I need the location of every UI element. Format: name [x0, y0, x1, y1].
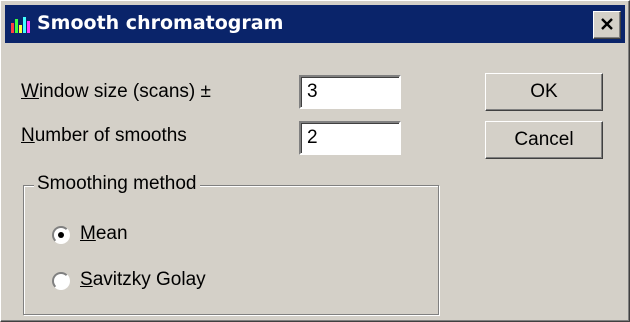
- app-icon: [11, 17, 31, 33]
- number-of-smooths-label-text: umber of smooths: [34, 125, 187, 146]
- title-bar[interactable]: Smooth chromatogram: [5, 5, 625, 43]
- smoothing-method-legend: Smoothing method: [34, 173, 200, 195]
- ok-button[interactable]: OK: [485, 73, 603, 111]
- number-of-smooths-label: Number of smooths: [21, 125, 187, 147]
- window-size-input[interactable]: 3: [299, 75, 401, 109]
- dialog-title: Smooth chromatogram: [37, 12, 284, 34]
- close-button[interactable]: [593, 11, 621, 39]
- radio-selected-dot: [58, 232, 64, 238]
- savitzky-golay-label-text: avitzky Golay: [92, 269, 206, 290]
- window-size-label-text: indow size (scans) ±: [38, 81, 211, 102]
- mean-label-text: ean: [95, 223, 128, 244]
- mean-radio-label[interactable]: Mean: [80, 223, 128, 245]
- savitzky-golay-radio[interactable]: [52, 272, 70, 290]
- window-size-label: Window size (scans) ±: [21, 81, 211, 103]
- mean-accelerator: M: [80, 223, 96, 244]
- mean-radio[interactable]: [52, 226, 70, 244]
- number-of-smooths-input[interactable]: 2: [299, 121, 401, 155]
- smooth-chromatogram-dialog: Smooth chromatogram Window size (scans) …: [0, 0, 630, 322]
- close-icon: [600, 16, 614, 35]
- savitzky-golay-accelerator: S: [80, 269, 93, 290]
- savitzky-golay-radio-label[interactable]: Savitzky Golay: [80, 269, 206, 291]
- cancel-button[interactable]: Cancel: [485, 121, 603, 159]
- smoothing-method-group: Smoothing method Mean Savitzky Golay: [23, 173, 439, 315]
- number-of-smooths-accelerator: N: [21, 125, 35, 146]
- window-size-accelerator: W: [21, 81, 39, 102]
